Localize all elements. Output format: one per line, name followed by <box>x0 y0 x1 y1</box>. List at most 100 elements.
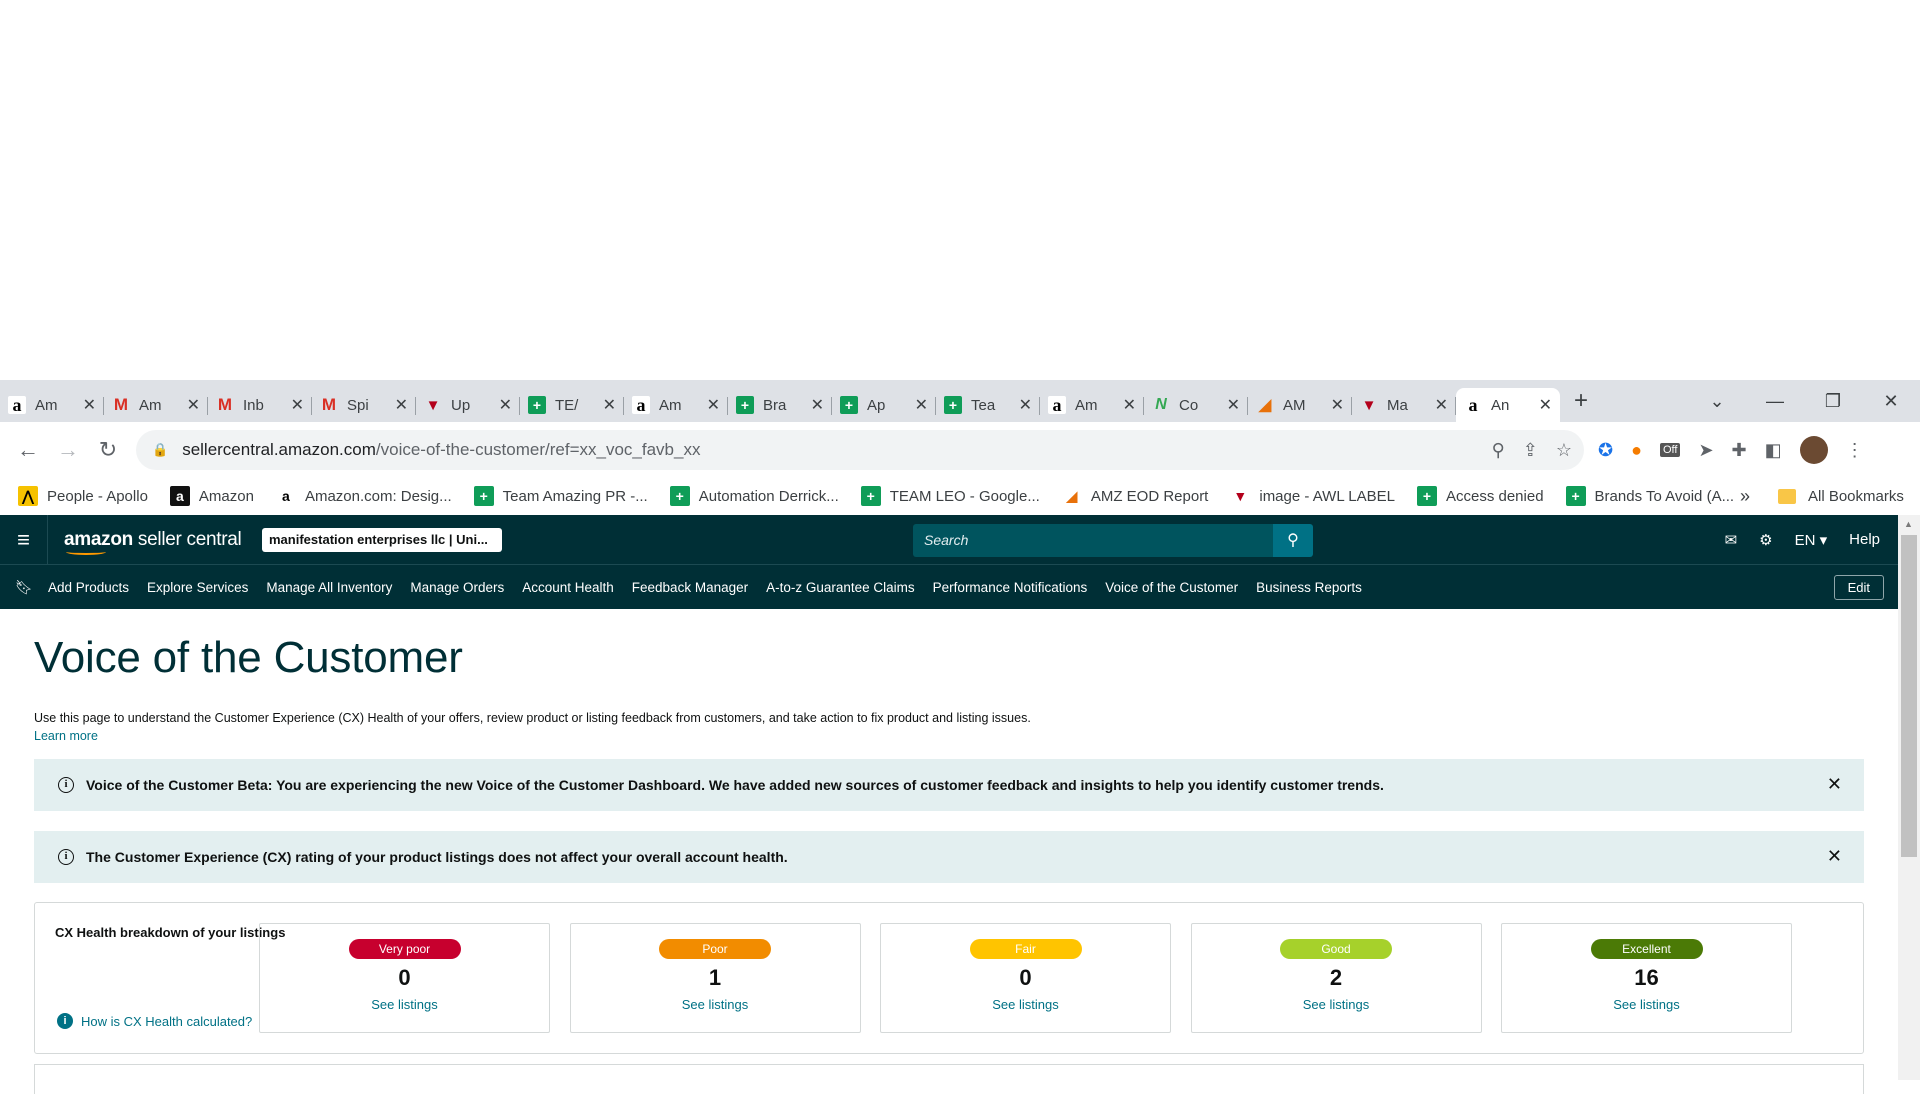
tab-close-icon[interactable]: ✕ <box>1123 395 1136 415</box>
hamburger-menu-icon[interactable]: ≡ <box>0 515 48 564</box>
tab-close-icon[interactable]: ✕ <box>1539 395 1552 415</box>
bookmark-item[interactable]: ▼ image - AWL LABEL <box>1230 486 1395 506</box>
tab-close-icon[interactable]: ✕ <box>811 395 824 415</box>
back-icon[interactable]: ← <box>8 437 48 463</box>
nav-item[interactable]: Manage All Inventory <box>266 580 392 595</box>
orange-favicon-icon: ◢ <box>1258 397 1272 414</box>
share-icon[interactable]: ⇪ <box>1523 440 1538 461</box>
all-bookmarks-button[interactable]: All Bookmarks <box>1778 488 1904 505</box>
nav-item[interactable]: Business Reports <box>1256 580 1362 595</box>
cx-health-help-link[interactable]: i How is CX Health calculated? <box>57 1013 252 1029</box>
search-icon[interactable]: ⚲ <box>1273 524 1313 557</box>
help-link[interactable]: Help <box>1849 531 1880 548</box>
extension-firefox-icon[interactable]: ● <box>1631 440 1642 461</box>
extensions-puzzle-icon[interactable]: ✚ <box>1732 440 1747 461</box>
language-selector[interactable]: EN ▾ <box>1795 531 1828 549</box>
scroll-thumb[interactable] <box>1901 535 1917 857</box>
browser-tab[interactable]: + Tea ✕ <box>936 388 1040 422</box>
tab-close-icon[interactable]: ✕ <box>603 395 616 415</box>
close-icon[interactable]: ✕ <box>1827 846 1842 867</box>
mail-icon[interactable]: ✉ <box>1725 531 1738 549</box>
edit-nav-button[interactable]: Edit <box>1833 575 1884 600</box>
tab-title: An <box>1491 396 1510 414</box>
seller-search-input[interactable]: Search <box>913 524 1273 557</box>
bookmark-item[interactable]: + TEAM LEO - Google... <box>860 486 1040 506</box>
browser-tab[interactable]: M Spi ✕ <box>312 388 416 422</box>
cx-rating-count: 0 <box>398 965 411 990</box>
bookmark-item[interactable]: + Access denied <box>1416 486 1544 506</box>
browser-tab[interactable]: + Bra ✕ <box>728 388 832 422</box>
tab-close-icon[interactable]: ✕ <box>915 395 928 415</box>
nav-item[interactable]: Manage Orders <box>410 580 504 595</box>
tab-close-icon[interactable]: ✕ <box>395 395 408 415</box>
bookmark-item[interactable]: + Brands To Avoid (A... <box>1565 486 1734 506</box>
bookmark-item[interactable]: ⋀ People - Apollo <box>18 486 148 506</box>
nav-item[interactable]: Account Health <box>522 580 614 595</box>
tab-close-icon[interactable]: ✕ <box>291 395 304 415</box>
bookmark-item[interactable]: a Amazon <box>169 486 254 506</box>
learn-more-link[interactable]: Learn more <box>34 729 98 743</box>
tab-close-icon[interactable]: ✕ <box>83 395 96 415</box>
browser-tab[interactable]: M Inb ✕ <box>208 388 312 422</box>
tab-close-icon[interactable]: ✕ <box>1331 395 1344 415</box>
restore-button[interactable]: ❐ <box>1804 391 1862 412</box>
tab-close-icon[interactable]: ✕ <box>499 395 512 415</box>
browser-tab[interactable]: N Co ✕ <box>1144 388 1248 422</box>
more-bookmarks-button[interactable]: » <box>1740 486 1750 507</box>
star-icon[interactable]: ☆ <box>1556 440 1572 461</box>
browser-tab[interactable]: + TE/ ✕ <box>520 388 624 422</box>
side-panel-icon[interactable]: ◧ <box>1765 440 1782 461</box>
nav-item[interactable]: Voice of the Customer <box>1105 580 1238 595</box>
see-listings-link[interactable]: See listings <box>881 997 1170 1012</box>
nav-item[interactable]: Performance Notifications <box>933 580 1088 595</box>
menu-dots-icon[interactable]: ⋮ <box>1846 440 1864 461</box>
bookmark-item[interactable]: + Team Amazing PR -... <box>473 486 648 506</box>
tab-close-icon[interactable]: ✕ <box>1435 395 1448 415</box>
page-scrollbar[interactable]: ▲ <box>1898 515 1920 1080</box>
zoom-icon[interactable]: ⚲ <box>1492 440 1505 461</box>
tab-close-icon[interactable]: ✕ <box>1227 395 1240 415</box>
seller-central-logo[interactable]: amazon seller central <box>64 529 242 555</box>
extension-globe-icon[interactable]: ✪ <box>1598 440 1613 461</box>
bookmark-item[interactable]: a Amazon.com: Desig... <box>275 486 452 506</box>
reload-icon[interactable]: ↻ <box>88 437 128 463</box>
nav-item[interactable]: Explore Services <box>147 580 248 595</box>
scroll-up-icon[interactable]: ▲ <box>1904 519 1913 529</box>
tab-close-icon[interactable]: ✕ <box>187 395 200 415</box>
lock-icon[interactable]: 🔒 <box>152 442 168 458</box>
account-switcher[interactable]: manifestation enterprises llc | Uni... <box>262 528 502 552</box>
browser-tab[interactable]: ◢ AM ✕ <box>1248 388 1352 422</box>
browser-tab[interactable]: + Ap ✕ <box>832 388 936 422</box>
browser-tab[interactable]: a An ✕ <box>1456 388 1560 422</box>
browser-tab[interactable]: ▼ Ma ✕ <box>1352 388 1456 422</box>
tab-close-icon[interactable]: ✕ <box>1019 395 1032 415</box>
browser-tab[interactable]: M Am ✕ <box>104 388 208 422</box>
browser-tab[interactable]: a Am ✕ <box>0 388 104 422</box>
tab-close-icon[interactable]: ✕ <box>707 395 720 415</box>
new-tab-button[interactable]: + <box>1574 387 1588 415</box>
bookmark-item[interactable]: ◢ AMZ EOD Report <box>1061 486 1208 506</box>
bookmark-item[interactable]: + Automation Derrick... <box>669 486 839 506</box>
extension-cursor-icon[interactable]: ➤ <box>1698 440 1713 461</box>
profile-avatar[interactable] <box>1799 436 1828 464</box>
see-listings-link[interactable]: See listings <box>1502 997 1791 1012</box>
tab-search-icon[interactable]: ⌄ <box>1688 391 1746 412</box>
address-bar[interactable]: 🔒 sellercentral.amazon.com/voice-of-the-… <box>136 430 1584 470</box>
nav-item[interactable]: Feedback Manager <box>632 580 748 595</box>
minimize-button[interactable]: — <box>1746 391 1804 412</box>
forward-icon[interactable]: → <box>48 437 88 463</box>
see-listings-link[interactable]: See listings <box>571 997 860 1012</box>
see-listings-link[interactable]: See listings <box>260 997 549 1012</box>
extension-off-icon[interactable]: Off <box>1659 443 1681 457</box>
tab-title: TE/ <box>555 396 579 414</box>
nav-item[interactable]: A-to-z Guarantee Claims <box>766 580 915 595</box>
browser-tab[interactable]: ▼ Up ✕ <box>416 388 520 422</box>
bookmark-icon[interactable]: 🔖︎ <box>0 579 48 596</box>
browser-tab[interactable]: a Am ✕ <box>624 388 728 422</box>
settings-gear-icon[interactable]: ⚙ <box>1759 531 1772 549</box>
see-listings-link[interactable]: See listings <box>1192 997 1481 1012</box>
browser-tab[interactable]: a Am ✕ <box>1040 388 1144 422</box>
nav-item[interactable]: Add Products <box>48 580 129 595</box>
close-icon[interactable]: ✕ <box>1827 774 1842 795</box>
close-window-button[interactable]: ✕ <box>1862 391 1920 412</box>
